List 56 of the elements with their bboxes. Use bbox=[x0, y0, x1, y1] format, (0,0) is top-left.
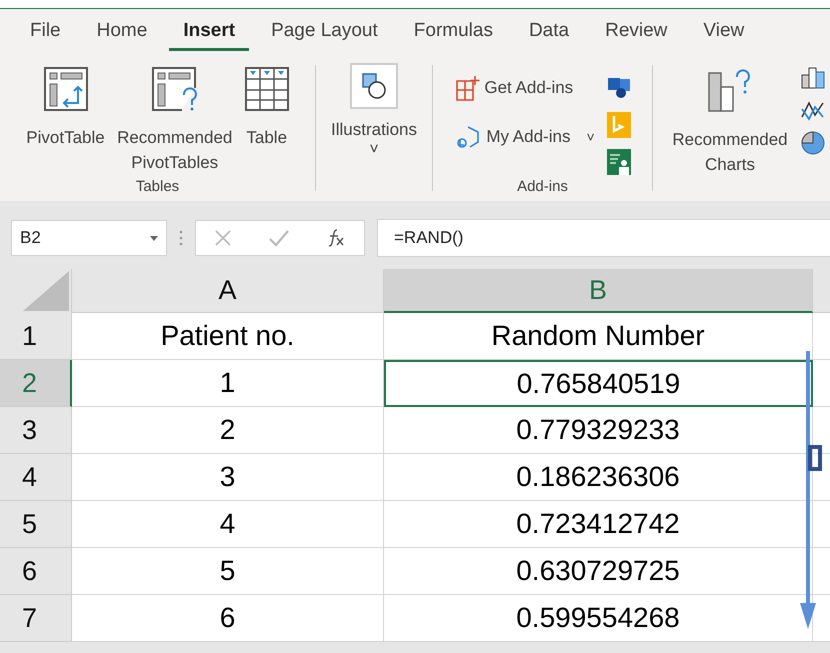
my-add-ins-button[interactable]: My Add-ins ˅ bbox=[454, 123, 597, 151]
ribbon-tab[interactable]: Home bbox=[82, 16, 162, 50]
row-header[interactable]: 3 bbox=[0, 407, 72, 454]
people-app-icon[interactable] bbox=[606, 149, 631, 175]
fill-handle-icon bbox=[808, 445, 822, 471]
table-cell: 4 bbox=[72, 501, 384, 548]
row-header[interactable]: 1 bbox=[0, 313, 72, 360]
ribbon-tab[interactable]: Formulas bbox=[400, 16, 507, 50]
dropdown-icon bbox=[150, 236, 158, 240]
table-cell: Patient no. bbox=[72, 313, 384, 360]
check-icon[interactable] bbox=[268, 228, 290, 248]
formula-field[interactable]: =RAND() bbox=[377, 219, 830, 257]
table-cell: Random Number bbox=[384, 313, 813, 360]
ribbon-tab[interactable]: Page Layout bbox=[257, 16, 392, 50]
ribbon-tab[interactable]: File bbox=[16, 16, 75, 50]
row-header[interactable]: 6 bbox=[0, 548, 72, 595]
table-cell: 6 bbox=[72, 595, 384, 642]
recommended-charts-button[interactable]: Recommended Charts bbox=[663, 61, 797, 179]
recommended-pivottables-button[interactable]: Recommended PivotTables bbox=[108, 61, 242, 177]
row-header[interactable]: 2 bbox=[0, 360, 72, 407]
pivot-table-question-icon bbox=[152, 67, 198, 111]
table-cell: 1 bbox=[72, 360, 384, 407]
ribbon-tab[interactable]: Insert bbox=[169, 16, 250, 50]
pie-chart-icon[interactable] bbox=[801, 131, 825, 155]
group-label: Tables bbox=[136, 178, 180, 197]
table-cell: 0.765840519 bbox=[384, 360, 813, 407]
table-cell: 0.630729725 bbox=[384, 548, 813, 595]
group-label: Add-ins bbox=[517, 178, 568, 197]
get-add-ins-button[interactable]: Get Add-ins bbox=[454, 73, 597, 103]
name-box[interactable]: B2 bbox=[11, 220, 167, 256]
column-header[interactable]: B bbox=[384, 269, 813, 313]
ribbon-tab[interactable]: View bbox=[689, 16, 758, 50]
pivottable-button[interactable]: PivotTable bbox=[23, 61, 108, 152]
row-header[interactable]: 5 bbox=[0, 501, 72, 548]
row-header[interactable]: 7 bbox=[0, 595, 72, 642]
column-header[interactable]: A bbox=[72, 269, 384, 313]
store-grid-icon bbox=[456, 75, 480, 101]
table-cell: 2 bbox=[72, 407, 384, 454]
column-chart-icon[interactable] bbox=[801, 67, 825, 89]
table-cell: 5 bbox=[72, 548, 384, 595]
table-cell: 0.779329233 bbox=[384, 407, 813, 454]
grip-icon bbox=[179, 229, 183, 247]
table-cell: 0.186236306 bbox=[384, 454, 813, 501]
table-cell: 3 bbox=[72, 454, 384, 501]
bar-chart-question-icon bbox=[707, 67, 753, 113]
ribbon-tab[interactable]: Review bbox=[591, 16, 682, 50]
shapes-icon bbox=[350, 63, 398, 109]
table-cell: 0.723412742 bbox=[384, 501, 813, 548]
visio-app-icon[interactable] bbox=[606, 75, 631, 101]
row-header[interactable]: 4 bbox=[0, 454, 72, 501]
ribbon-tab[interactable]: Data bbox=[514, 16, 584, 50]
pivot-table-icon bbox=[44, 67, 88, 111]
table-button[interactable]: Table bbox=[242, 61, 292, 152]
table-icon bbox=[244, 67, 289, 111]
line-chart-icon[interactable] bbox=[801, 99, 825, 121]
illustrations-button[interactable]: Illustrations ˅ bbox=[328, 61, 420, 160]
